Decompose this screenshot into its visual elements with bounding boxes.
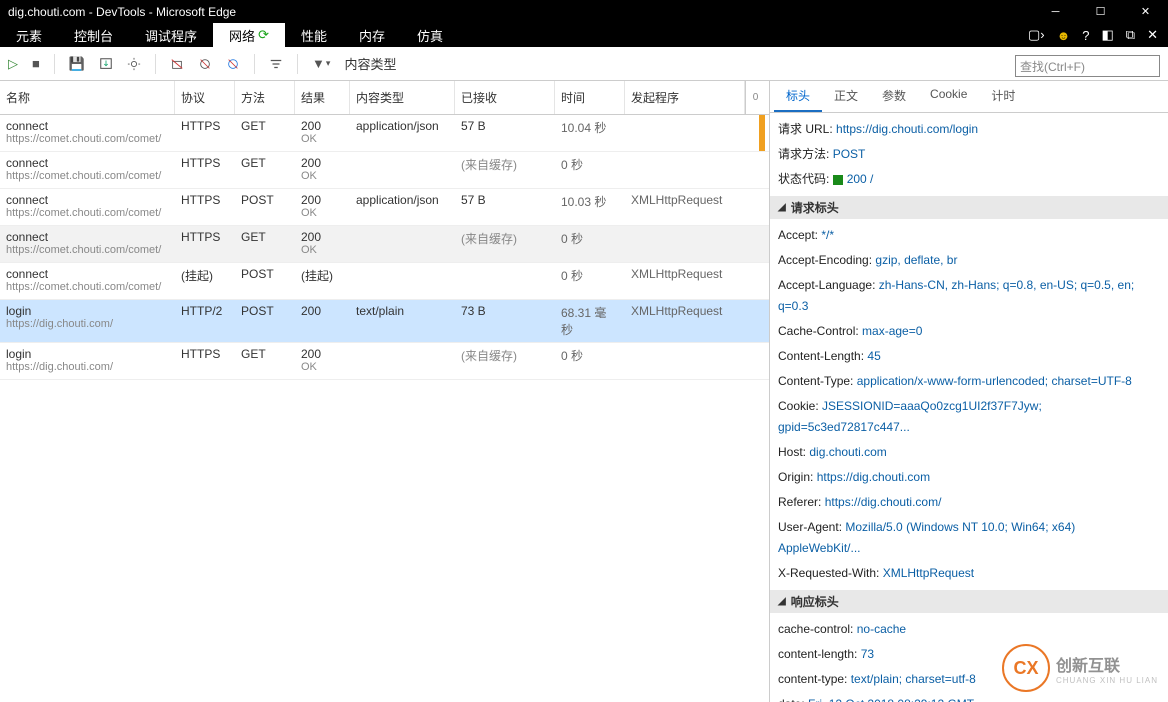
col-method[interactable]: 方法	[235, 81, 295, 114]
header-row: Host: dig.chouti.com	[778, 440, 1160, 465]
col-content-type[interactable]: 内容类型	[350, 81, 455, 114]
close-button[interactable]: ✕	[1123, 0, 1168, 23]
tab-控制台[interactable]: 控制台	[58, 23, 129, 47]
table-row[interactable]: connecthttps://comet.chouti.com/comet/(挂…	[0, 263, 769, 300]
header-row: Accept-Language: zh-Hans-CN, zh-Hans; q=…	[778, 273, 1160, 319]
request-headers-header[interactable]: ◢请求标头	[770, 196, 1168, 219]
header-row: date: Fri, 12 Oct 2018 08:29:12 GMT	[778, 692, 1160, 702]
play-icon[interactable]: ▷	[8, 56, 18, 72]
col-protocol[interactable]: 协议	[175, 81, 235, 114]
filter-lines-icon[interactable]	[269, 57, 283, 71]
window-controls: ─ ☐ ✕	[1033, 0, 1168, 23]
tab-仿真[interactable]: 仿真	[401, 23, 459, 47]
detail-tab-计时[interactable]: 计时	[979, 81, 1027, 112]
table-row[interactable]: connecthttps://comet.chouti.com/comet/HT…	[0, 189, 769, 226]
console-drawer-icon[interactable]: ▢›	[1028, 27, 1045, 43]
search-input[interactable]: 查找(Ctrl+F)	[1015, 55, 1160, 77]
tab-元素[interactable]: 元素	[0, 23, 58, 47]
header-row: Accept: */*	[778, 223, 1160, 248]
header-row: Content-Length: 45	[778, 344, 1160, 369]
logo-icon: CX	[1002, 644, 1050, 692]
tab-内存[interactable]: 内存	[343, 23, 401, 47]
clear-session-icon[interactable]	[170, 57, 184, 71]
undock-icon[interactable]: ⧉	[1126, 27, 1135, 43]
emoji-icon[interactable]: ☻	[1057, 28, 1071, 43]
content-type-filter[interactable]: 内容类型	[344, 54, 396, 73]
table-row[interactable]: loginhttps://dig.chouti.com/HTTP/2POST20…	[0, 300, 769, 343]
detail-tab-标头[interactable]: 标头	[774, 81, 822, 112]
status-square-icon	[833, 175, 843, 185]
header-row: cache-control: no-cache	[778, 617, 1160, 642]
table-row[interactable]: connecthttps://comet.chouti.com/comet/HT…	[0, 226, 769, 263]
window-title: dig.chouti.com - DevTools - Microsoft Ed…	[8, 5, 236, 19]
header-row: Accept-Encoding: gzip, deflate, br	[778, 248, 1160, 273]
detail-tab-Cookie[interactable]: Cookie	[918, 81, 979, 112]
details-pane: 标头正文参数Cookie计时 请求 URL: https://dig.chout…	[770, 81, 1168, 702]
network-toolbar: ▷ ■ 💾 ▼▾ 内容类型	[0, 47, 1168, 81]
waterfall-tick: 0	[745, 81, 765, 114]
filter-icon[interactable]: ▼▾	[312, 56, 330, 71]
table-row[interactable]: connecthttps://comet.chouti.com/comet/HT…	[0, 152, 769, 189]
tab-调试程序[interactable]: 调试程序	[129, 23, 213, 47]
detail-tab-正文[interactable]: 正文	[822, 81, 870, 112]
col-time[interactable]: 时间	[555, 81, 625, 114]
header-row: Cache-Control: max-age=0	[778, 319, 1160, 344]
tab-网络[interactable]: 网络 ⟳	[213, 23, 285, 47]
header-row: Referer: https://dig.chouti.com/	[778, 490, 1160, 515]
header-row: User-Agent: Mozilla/5.0 (Windows NT 10.0…	[778, 515, 1160, 561]
table-header: 名称 协议 方法 结果 内容类型 已接收 时间 发起程序 0	[0, 81, 769, 115]
watermark-logo: CX 创新互联 CHUANG XIN HU LIAN	[1002, 644, 1158, 692]
col-result[interactable]: 结果	[295, 81, 350, 114]
detail-tab-参数[interactable]: 参数	[870, 81, 918, 112]
table-row[interactable]: loginhttps://dig.chouti.com/HTTPSGET200O…	[0, 343, 769, 380]
header-row: X-Requested-With: XMLHttpRequest	[778, 561, 1160, 586]
minimize-button[interactable]: ─	[1033, 0, 1078, 23]
settings-icon[interactable]	[127, 57, 141, 71]
devtools-menubar: 元素控制台调试程序网络 ⟳性能内存仿真 ▢› ☻ ? ◧ ⧉ ✕	[0, 23, 1168, 47]
maximize-button[interactable]: ☐	[1078, 0, 1123, 23]
export-icon[interactable]	[99, 57, 113, 71]
help-icon[interactable]: ?	[1082, 28, 1089, 43]
col-received[interactable]: 已接收	[455, 81, 555, 114]
network-table: 名称 协议 方法 结果 内容类型 已接收 时间 发起程序 0 connectht…	[0, 81, 770, 702]
col-initiator[interactable]: 发起程序	[625, 81, 745, 114]
response-headers-header[interactable]: ◢响应标头	[770, 590, 1168, 613]
clear-cache-icon[interactable]	[226, 57, 240, 71]
clear-cookies-icon[interactable]	[198, 57, 212, 71]
stop-icon[interactable]: ■	[32, 56, 40, 71]
dock-icon[interactable]: ◧	[1102, 27, 1114, 43]
triangle-down-icon: ◢	[778, 202, 786, 213]
table-row[interactable]: connecthttps://comet.chouti.com/comet/HT…	[0, 115, 769, 152]
close-devtools-icon[interactable]: ✕	[1147, 27, 1158, 43]
col-name[interactable]: 名称	[0, 81, 175, 114]
header-row: Cookie: JSESSIONID=aaaQo0zcg1UI2f37F7Jyw…	[778, 394, 1160, 440]
tab-性能[interactable]: 性能	[285, 23, 343, 47]
titlebar: dig.chouti.com - DevTools - Microsoft Ed…	[0, 0, 1168, 23]
menubar-right: ▢› ☻ ? ◧ ⧉ ✕	[1028, 27, 1168, 43]
save-icon[interactable]: 💾	[69, 56, 85, 72]
header-row: Content-Type: application/x-www-form-url…	[778, 369, 1160, 394]
header-row: Origin: https://dig.chouti.com	[778, 465, 1160, 490]
request-summary: 请求 URL: https://dig.chouti.com/login 请求方…	[770, 113, 1168, 196]
details-tabs: 标头正文参数Cookie计时	[770, 81, 1168, 113]
triangle-down-icon: ◢	[778, 596, 786, 607]
